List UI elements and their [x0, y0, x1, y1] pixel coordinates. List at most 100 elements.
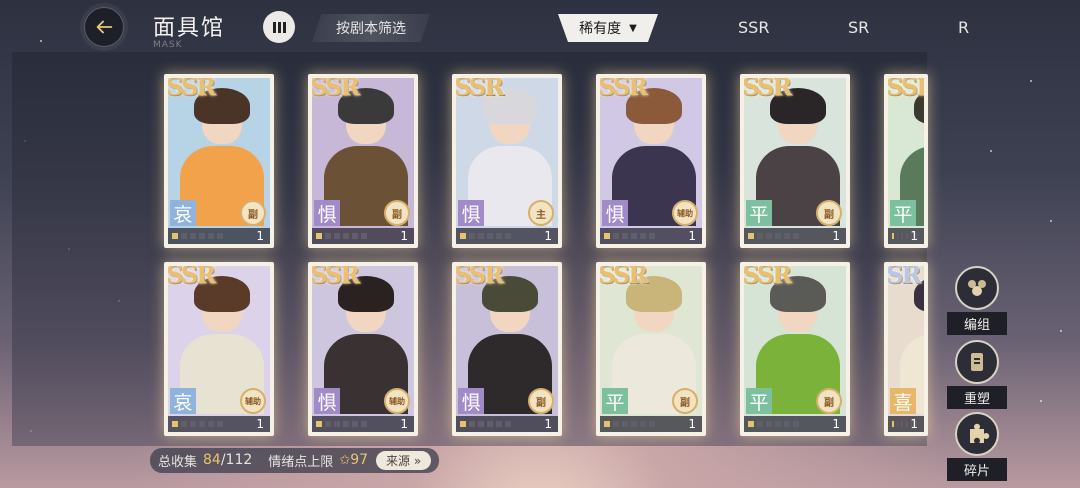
- bars-icon: [272, 21, 276, 33]
- reshape-label: 重塑: [947, 386, 1007, 409]
- card-role-badge: 辅助: [672, 200, 698, 226]
- rarity-dropdown[interactable]: 稀有度 ▼: [558, 14, 658, 42]
- mask-card[interactable]: SSR 平 副 1: [596, 262, 706, 436]
- card-level-dots: [456, 228, 558, 244]
- total-count: /112: [220, 452, 253, 468]
- card-level-dots: [744, 228, 846, 244]
- card-count: 1: [688, 229, 696, 243]
- card-emotion-tag: 喜: [890, 388, 916, 414]
- title-block: 面具馆 MASK: [153, 10, 225, 50]
- card-level-dots: [744, 416, 846, 432]
- card-role-badge: 副: [384, 200, 410, 226]
- mood-limit-label: 情绪点上限: [268, 454, 334, 470]
- card-rarity: SSR: [888, 78, 924, 101]
- back-button[interactable]: [84, 7, 124, 47]
- card-level-dots: [456, 416, 558, 432]
- mask-card[interactable]: SSR 哀 副 1: [164, 74, 274, 248]
- script-filter-button[interactable]: 按剧本筛选: [312, 14, 430, 42]
- card-rarity: SSR: [312, 266, 360, 289]
- card-level-dots: [168, 416, 270, 432]
- fragments-button[interactable]: 碎片: [947, 412, 1007, 481]
- card-count: 1: [910, 229, 918, 243]
- view-toggle-button[interactable]: [263, 11, 295, 43]
- card-emotion-tag: 平: [746, 388, 772, 414]
- tab-ssr[interactable]: SSR: [738, 18, 769, 37]
- card-role-badge: 主: [528, 200, 554, 226]
- mask-card[interactable]: SSR 惧 辅助 1: [308, 262, 418, 436]
- mask-card[interactable]: SSR 平 1: [884, 74, 928, 248]
- card-rarity: SSR: [456, 78, 504, 101]
- card-count: 1: [832, 417, 840, 431]
- card-role-badge: 副: [816, 200, 842, 226]
- card-level-dots: [888, 228, 924, 244]
- tab-r[interactable]: R: [958, 18, 969, 37]
- card-emotion-tag: 惧: [314, 388, 340, 414]
- card-role-badge: 辅助: [240, 388, 266, 414]
- star-icon: ✩: [339, 452, 351, 468]
- card-emotion-tag: 惧: [314, 200, 340, 226]
- reshape-icon: [955, 340, 999, 384]
- puzzle-piece-icon: [955, 412, 999, 456]
- mask-card[interactable]: SR 喜 1: [884, 262, 928, 436]
- collected-count: 84: [203, 452, 221, 468]
- card-emotion-tag: 惧: [458, 388, 484, 414]
- top-bar: 面具馆 MASK 按剧本筛选 稀有度 ▼ SSR SR R: [0, 0, 1080, 56]
- card-rarity: SSR: [456, 266, 504, 289]
- card-rarity: SSR: [744, 266, 792, 289]
- mask-card[interactable]: SSR 平 副 1: [740, 262, 850, 436]
- rarity-filter-bar: 稀有度 ▼ SSR SR R: [558, 14, 1008, 42]
- card-rarity: SSR: [744, 78, 792, 101]
- mask-card[interactable]: SSR 平 副 1: [740, 74, 850, 248]
- card-level-dots: [168, 228, 270, 244]
- card-count: 1: [688, 417, 696, 431]
- card-emotion-tag: 平: [890, 200, 916, 226]
- card-count: 1: [256, 229, 264, 243]
- collection-stats: 总收集 84 /112 情绪点上限 ✩ 97 来源 »: [150, 447, 440, 473]
- card-count: 1: [400, 229, 408, 243]
- rarity-dropdown-label: 稀有度: [579, 21, 622, 37]
- card-role-badge: 辅助: [384, 388, 410, 414]
- mask-card[interactable]: SSR 惧 副 1: [308, 74, 418, 248]
- card-count: 1: [910, 417, 918, 431]
- mood-limit-value: 97: [350, 452, 369, 468]
- back-arrow-icon: [96, 20, 113, 34]
- card-role-badge: 副: [528, 388, 554, 414]
- page-title: 面具馆: [153, 16, 226, 41]
- card-emotion-tag: 哀: [170, 388, 196, 414]
- mask-card[interactable]: SSR 惧 副 1: [452, 262, 562, 436]
- card-rarity: SR: [888, 266, 921, 289]
- group-button[interactable]: 编组: [947, 266, 1007, 335]
- reshape-button[interactable]: 重塑: [947, 340, 1007, 409]
- card-count: 1: [400, 417, 408, 431]
- card-rarity: SSR: [168, 266, 216, 289]
- card-emotion-tag: 平: [746, 200, 772, 226]
- card-count: 1: [544, 417, 552, 431]
- card-emotion-tag: 惧: [458, 200, 484, 226]
- card-rarity: SSR: [600, 266, 648, 289]
- fragments-label: 碎片: [947, 458, 1007, 481]
- tab-sr[interactable]: SR: [848, 18, 869, 37]
- caret-down-icon: ▼: [629, 22, 637, 34]
- group-icon: [955, 266, 999, 310]
- card-level-dots: [600, 416, 702, 432]
- card-count: 1: [256, 417, 264, 431]
- collection-label: 总收集: [158, 454, 198, 470]
- mask-card[interactable]: SSR 惧 主 1: [452, 74, 562, 248]
- mask-card[interactable]: SSR 哀 辅助 1: [164, 262, 274, 436]
- card-level-dots: [888, 416, 924, 432]
- card-level-dots: [312, 228, 414, 244]
- card-emotion-tag: 惧: [602, 200, 628, 226]
- mask-card[interactable]: SSR 惧 辅助 1: [596, 74, 706, 248]
- card-emotion-tag: 哀: [170, 200, 196, 226]
- card-emotion-tag: 平: [602, 388, 628, 414]
- source-button[interactable]: 来源 »: [376, 450, 432, 470]
- card-rarity: SSR: [168, 78, 216, 101]
- group-label: 编组: [947, 312, 1007, 335]
- card-role-badge: 副: [240, 200, 266, 226]
- card-count: 1: [544, 229, 552, 243]
- card-level-dots: [600, 228, 702, 244]
- card-level-dots: [312, 416, 414, 432]
- collection-chip: 总收集 84 /112 情绪点上限 ✩ 97 来源 »: [150, 447, 440, 473]
- card-rarity: SSR: [600, 78, 648, 101]
- card-count: 1: [832, 229, 840, 243]
